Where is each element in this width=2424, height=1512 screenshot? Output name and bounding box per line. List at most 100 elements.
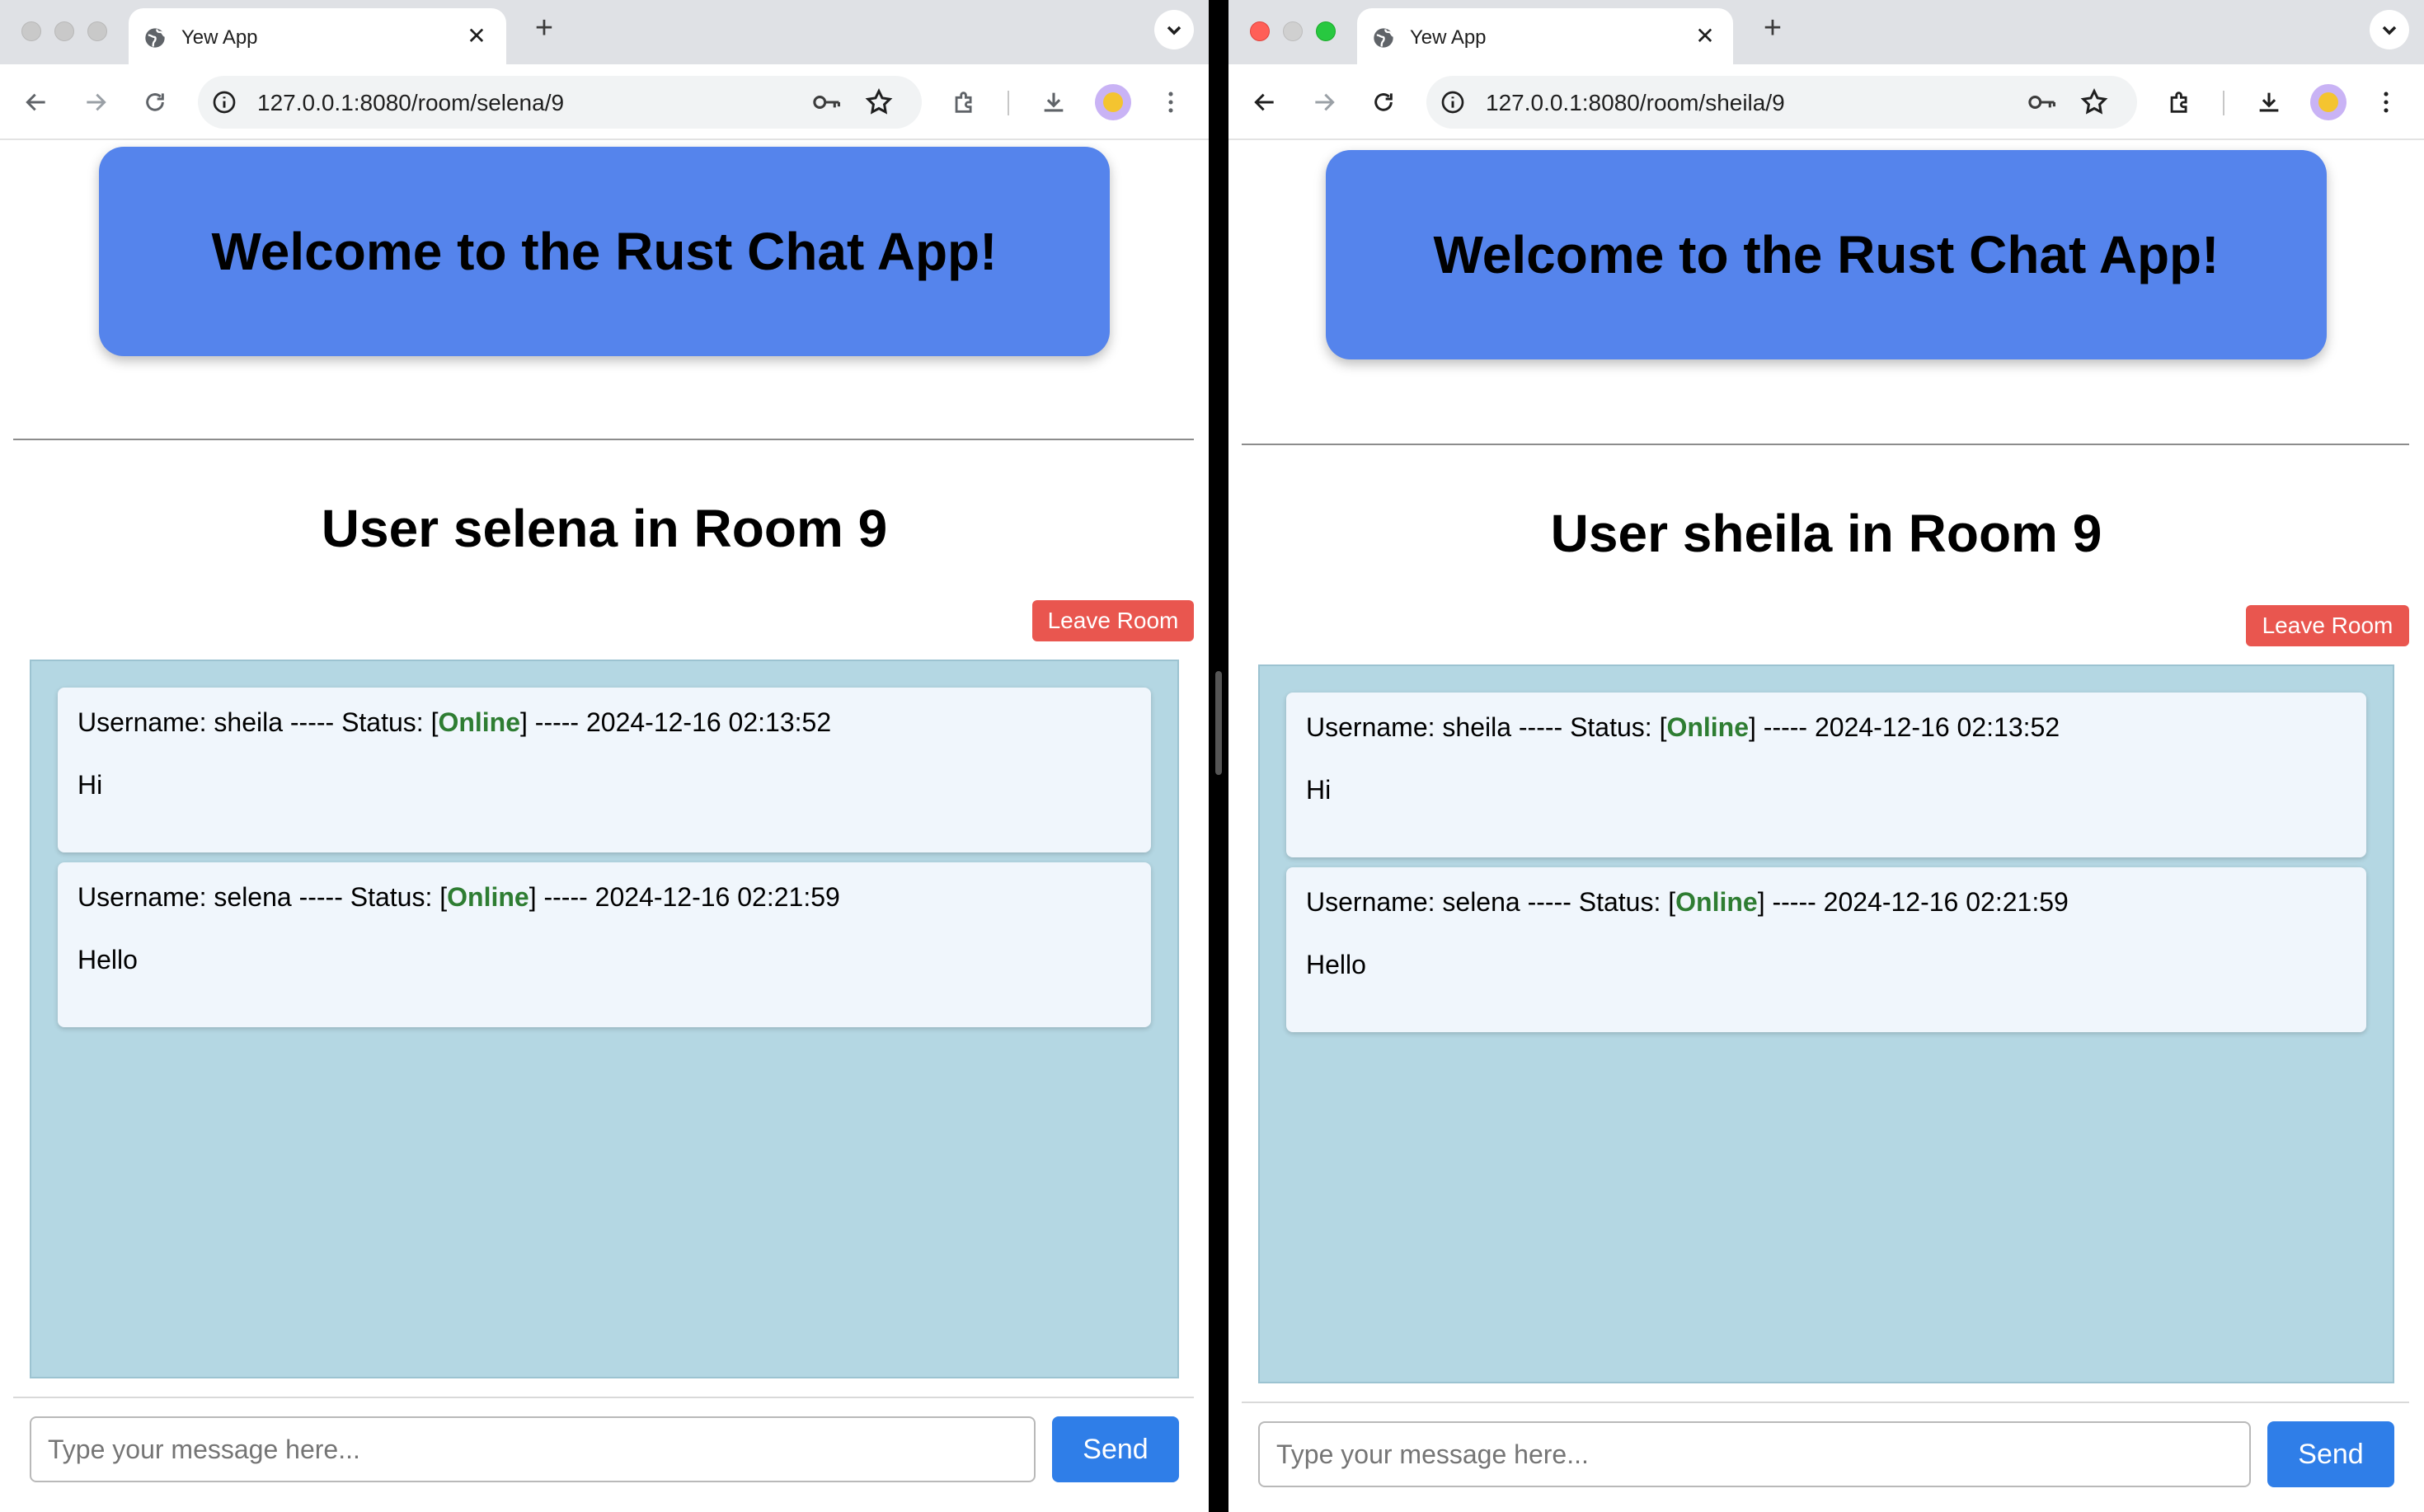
send-button[interactable]: Send (2267, 1421, 2394, 1487)
reload-button[interactable] (139, 86, 171, 119)
reload-icon (1374, 93, 1393, 111)
page-content: Welcome to the Rust Chat App! User selen… (0, 142, 1209, 1512)
download-icon (2259, 92, 2279, 112)
reload-icon (146, 93, 164, 111)
minimize-window-button[interactable] (54, 21, 74, 41)
leave-room-button[interactable]: Leave Room (2246, 605, 2409, 646)
leave-room-button[interactable]: Leave Room (1032, 600, 1194, 641)
message-header: Username: sheila ----- Status: [Online] … (78, 707, 831, 738)
address-bar[interactable]: 127.0.0.1:8080/room/sheila/9 (1426, 76, 2137, 129)
close-window-button[interactable] (1250, 21, 1270, 41)
back-arrow-icon (1254, 93, 1274, 111)
browser-toolbar: 127.0.0.1:8080/room/sheila/9 (1228, 64, 2424, 140)
welcome-banner: Welcome to the Rust Chat App! (99, 147, 1110, 356)
forward-button[interactable] (1308, 86, 1341, 119)
horizontal-rule (1242, 444, 2409, 445)
extensions-icon (2170, 92, 2187, 113)
message-header: Username: selena ----- Status: [Online] … (78, 882, 840, 913)
more-vert-icon (2384, 92, 2389, 113)
tab-title: Yew App (1410, 26, 1487, 49)
extensions-button[interactable] (2163, 86, 2196, 119)
download-icon (1044, 92, 1064, 112)
input-separator (1242, 1402, 2409, 1403)
message-header: Username: selena ----- Status: [Online] … (1306, 887, 2069, 918)
tab-search-button[interactable] (2370, 10, 2409, 49)
message-meta-prefix: Username: sheila ----- Status: [ (78, 707, 439, 737)
status-online: Online (1666, 712, 1750, 742)
message-meta-suffix: ] ----- 2024-12-16 02:21:59 (528, 882, 840, 912)
chevron-down-icon (1167, 26, 1181, 35)
browser-menu-button[interactable] (1154, 86, 1187, 119)
message-meta-suffix: ] ----- 2024-12-16 02:13:52 (1749, 712, 2060, 742)
banner-title: Welcome to the Rust Chat App! (1433, 225, 2220, 284)
message-meta-prefix: Username: selena ----- Status: [ (1306, 887, 1676, 917)
zoom-window-button[interactable] (87, 21, 107, 41)
welcome-banner: Welcome to the Rust Chat App! (1326, 150, 2327, 359)
info-icon[interactable] (1440, 89, 1466, 115)
close-tab-icon[interactable]: ✕ (1690, 21, 1720, 51)
chevron-down-icon (2382, 26, 2397, 35)
message-text: Hello (78, 945, 138, 974)
tab-strip: Yew App ✕ + (1228, 0, 2424, 64)
message-input[interactable] (30, 1416, 1036, 1482)
forward-arrow-icon (1315, 93, 1335, 111)
message-meta-prefix: Username: selena ----- Status: [ (78, 882, 448, 912)
window-controls (21, 21, 107, 41)
back-arrow-icon (26, 93, 45, 111)
message-card: Username: selena ----- Status: [Online] … (58, 862, 1151, 1027)
address-bar[interactable]: 127.0.0.1:8080/room/selena/9 (198, 76, 922, 129)
tab-yew-app[interactable]: Yew App ✕ (1357, 8, 1733, 64)
downloads-button[interactable] (1037, 86, 1070, 119)
zoom-window-button[interactable] (1316, 21, 1336, 41)
profile-avatar[interactable] (2310, 84, 2346, 120)
more-vert-icon (1168, 92, 1173, 113)
key-icon[interactable] (2027, 89, 2056, 115)
extensions-button[interactable] (948, 86, 981, 119)
message-list[interactable]: Username: sheila ----- Status: [Online] … (30, 660, 1179, 1378)
message-input[interactable] (1258, 1421, 2251, 1487)
downloads-button[interactable] (2253, 86, 2285, 119)
url-text[interactable]: 127.0.0.1:8080/room/sheila/9 (1486, 90, 1785, 116)
tab-strip: Yew App ✕ + (0, 0, 1209, 64)
status-online: Online (447, 882, 529, 912)
banner-title: Welcome to the Rust Chat App! (211, 222, 998, 281)
message-header: Username: sheila ----- Status: [Online] … (1306, 712, 2060, 743)
url-text[interactable]: 127.0.0.1:8080/room/selena/9 (257, 90, 564, 116)
room-title: User sheila in Room 9 (1550, 504, 2102, 563)
forward-button[interactable] (79, 86, 112, 119)
forward-arrow-icon (87, 93, 106, 111)
new-tab-button[interactable]: + (1756, 12, 1789, 45)
toolbar-separator (1008, 91, 1009, 115)
message-text: Hello (1306, 950, 1366, 979)
split-view-handle[interactable] (1215, 671, 1222, 775)
message-meta-suffix: ] ----- 2024-12-16 02:21:59 (1757, 887, 2069, 917)
info-icon[interactable] (211, 89, 237, 115)
back-button[interactable] (1248, 86, 1281, 119)
close-tab-icon[interactable]: ✕ (462, 21, 491, 51)
reload-button[interactable] (1367, 86, 1400, 119)
browser-window-right: Yew App ✕ + 127.0.0.1:8080/room/sheila/9 (1228, 0, 2424, 1512)
tab-search-button[interactable] (1154, 10, 1194, 49)
profile-avatar[interactable] (1095, 84, 1131, 120)
tab-yew-app[interactable]: Yew App ✕ (129, 8, 506, 64)
room-title: User selena in Room 9 (321, 499, 888, 558)
new-tab-button[interactable]: + (528, 12, 561, 45)
page-content: Welcome to the Rust Chat App! User sheil… (1228, 142, 2424, 1512)
horizontal-rule (13, 439, 1194, 440)
message-text: Hi (1306, 775, 1332, 805)
key-icon[interactable] (811, 89, 841, 115)
toolbar-separator (2223, 91, 2224, 115)
browser-window-left: Yew App ✕ + 127.0.0.1:8080/room/selena/9 (0, 0, 1209, 1512)
star-icon[interactable] (864, 87, 894, 117)
back-button[interactable] (20, 86, 53, 119)
message-list[interactable]: Username: sheila ----- Status: [Online] … (1258, 664, 2394, 1383)
send-button[interactable]: Send (1052, 1416, 1179, 1482)
extensions-icon (955, 92, 972, 113)
browser-menu-button[interactable] (2370, 86, 2403, 119)
globe-icon (1374, 28, 1394, 48)
close-window-button[interactable] (21, 21, 41, 41)
message-text: Hi (78, 770, 103, 800)
status-online: Online (438, 707, 521, 737)
minimize-window-button[interactable] (1283, 21, 1303, 41)
star-icon[interactable] (2079, 87, 2109, 117)
